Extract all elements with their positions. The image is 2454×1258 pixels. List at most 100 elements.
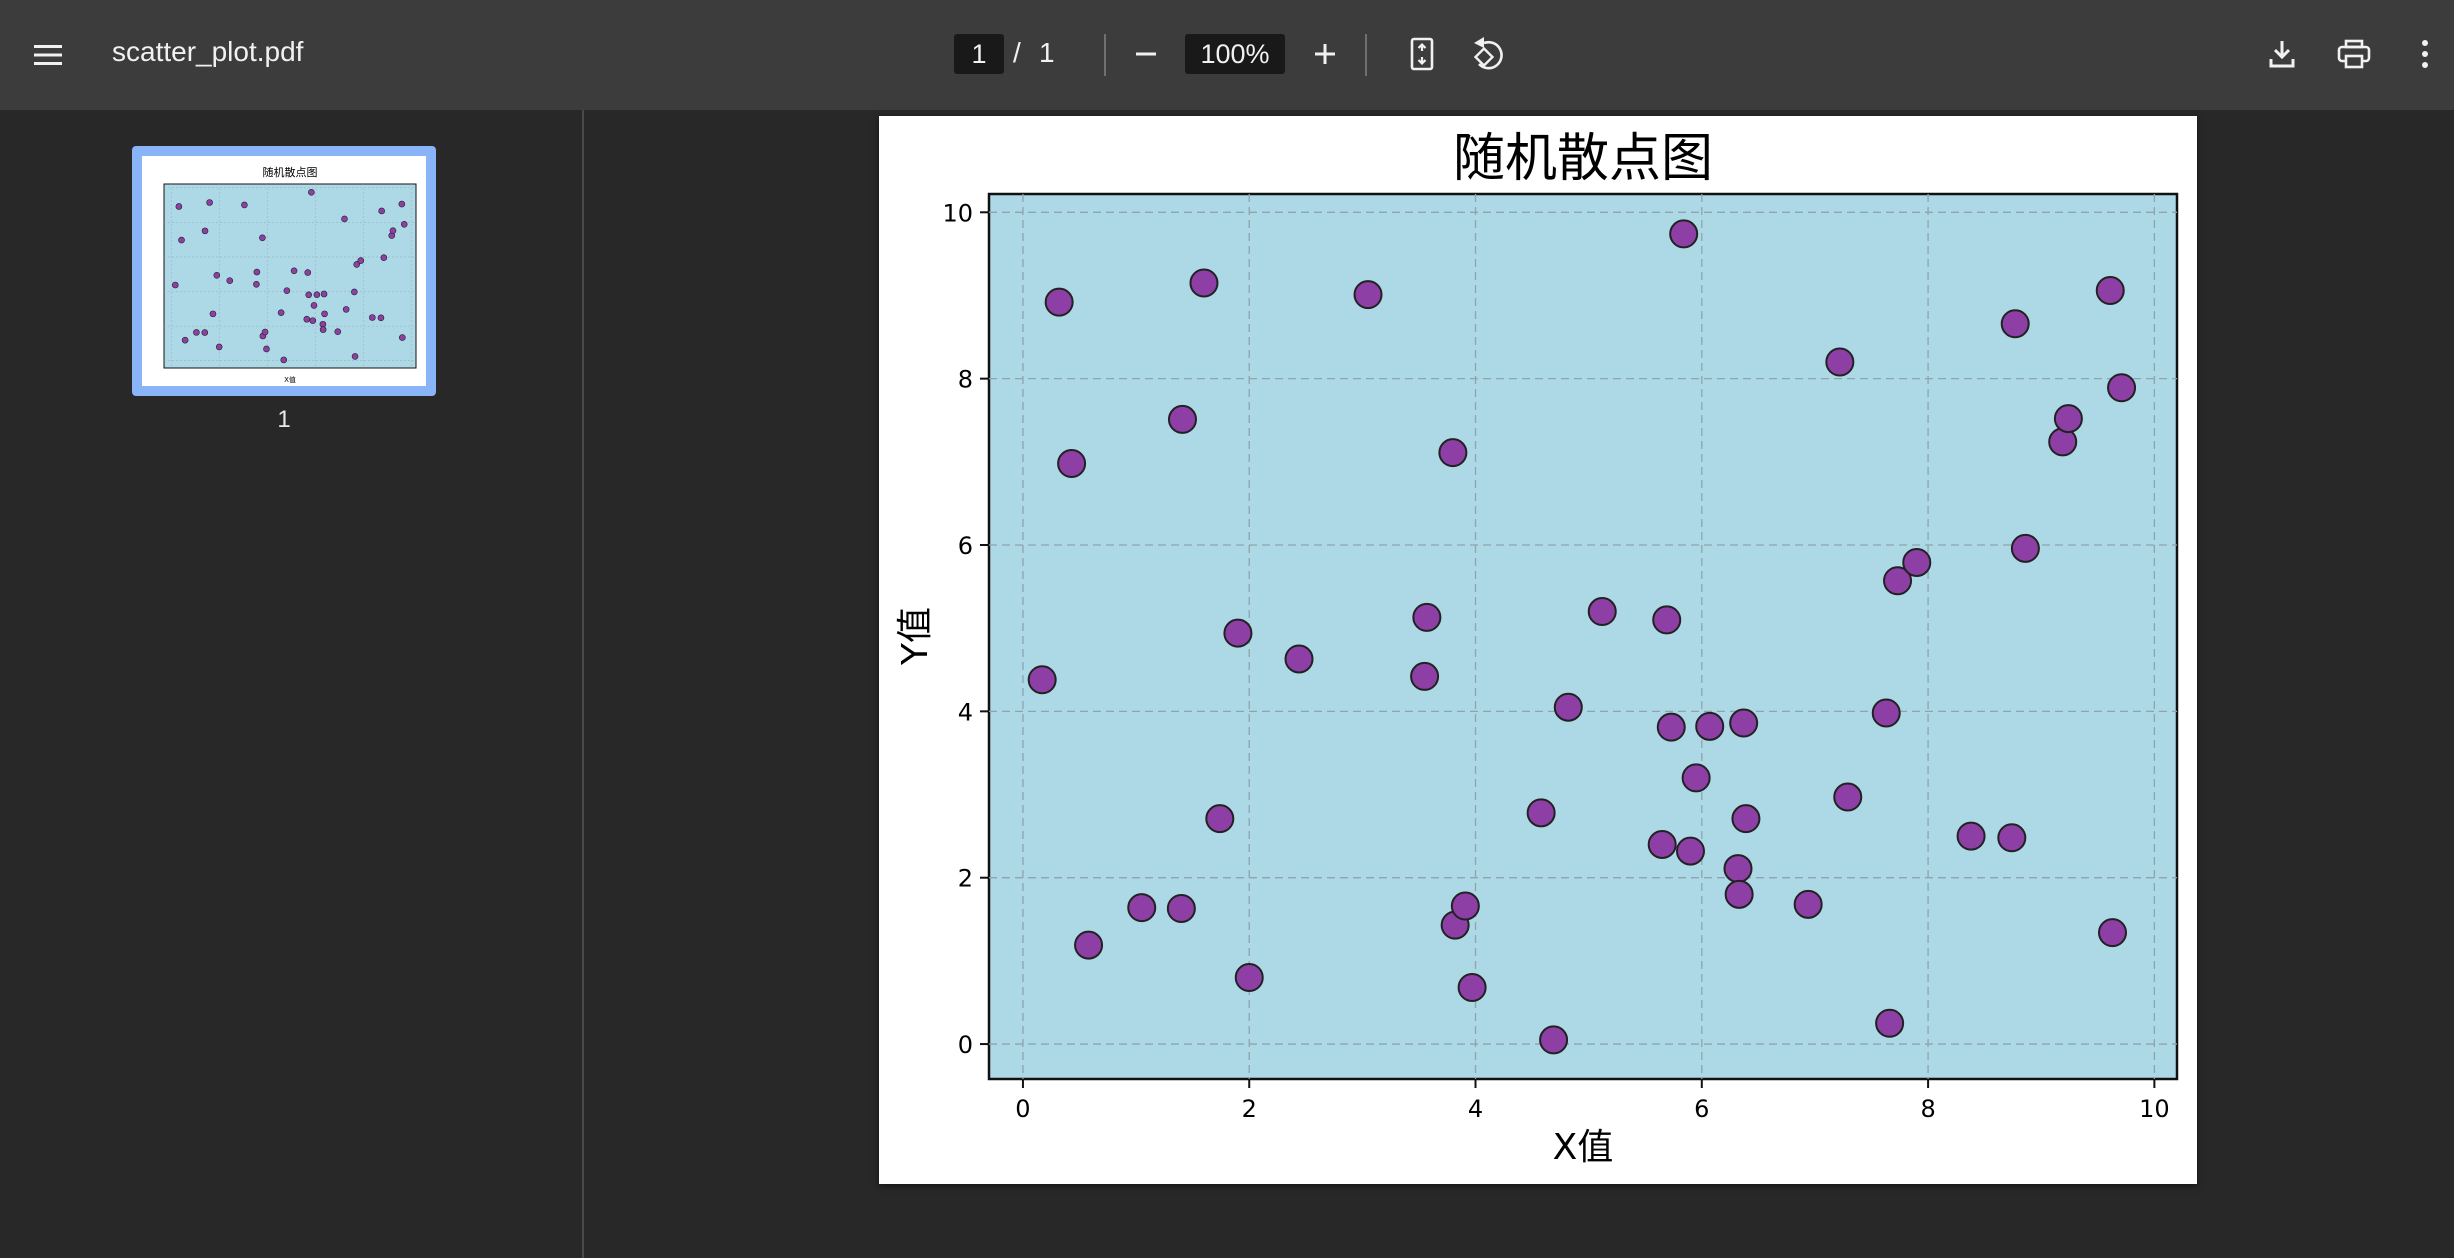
page-thumbnail-preview: 随机散点图 X值 bbox=[142, 156, 426, 386]
scatter-point bbox=[1681, 763, 1711, 793]
y-tick-label: 0 bbox=[958, 1031, 973, 1059]
thumbnail-point bbox=[259, 234, 266, 242]
scatter-point bbox=[1284, 644, 1314, 674]
scatter-point bbox=[1353, 280, 1383, 310]
scatter-point bbox=[1438, 438, 1468, 468]
scatter-point bbox=[1539, 1025, 1569, 1055]
scatter-point bbox=[1652, 605, 1682, 635]
scatter-point bbox=[1793, 889, 1823, 919]
download-icon bbox=[2269, 41, 2295, 68]
thumbnail-point bbox=[226, 277, 234, 284]
thumbnail-point bbox=[253, 281, 260, 288]
thumbnail-point bbox=[400, 220, 408, 228]
thumbnail-point bbox=[398, 200, 406, 208]
thumbnail-point bbox=[334, 328, 342, 335]
zoom-level-input[interactable]: 100% bbox=[1185, 34, 1285, 74]
chart-title: 随机散点图 bbox=[1453, 129, 1713, 189]
menu-button[interactable] bbox=[26, 37, 70, 73]
thumbnail-title: 随机散点图 bbox=[263, 165, 318, 179]
y-tick-label: 6 bbox=[958, 532, 973, 560]
scatter-point bbox=[1956, 821, 1986, 851]
zoom-in-button[interactable] bbox=[1305, 34, 1345, 74]
y-tick-label: 4 bbox=[958, 698, 973, 726]
document-title: scatter_plot.pdf bbox=[112, 36, 304, 67]
thumbnail-point bbox=[351, 288, 358, 296]
x-axis-label: X值 bbox=[1553, 1127, 1614, 1168]
x-tick-label: 2 bbox=[1242, 1095, 1257, 1123]
scatter-point bbox=[1410, 661, 1440, 691]
scatter-point bbox=[1057, 448, 1087, 478]
thumbnail-point bbox=[389, 227, 397, 234]
fit-page-icon bbox=[1410, 37, 1434, 71]
scatter-point bbox=[1027, 665, 1057, 695]
zoom-out-button[interactable] bbox=[1126, 34, 1166, 74]
scatter-point bbox=[2053, 404, 2083, 434]
scatter-point bbox=[1675, 836, 1705, 866]
rotate-button[interactable] bbox=[1466, 34, 1510, 74]
thumbnail-point bbox=[241, 201, 248, 209]
more-vertical-icon bbox=[2422, 40, 2428, 68]
scatter-point bbox=[1412, 602, 1442, 632]
scatter-point bbox=[1656, 712, 1686, 742]
scatter-point bbox=[1997, 823, 2027, 853]
pdf-toolbar: scatter_plot.pdf 1 / 1 100% bbox=[0, 0, 2454, 110]
thumbnail-point bbox=[310, 302, 318, 309]
fit-to-page-button[interactable] bbox=[1402, 34, 1442, 74]
scatter-chart: 0 2 4 6 8 10 0 2 4 6 8 10 随机散点图 X值 Y值 bbox=[895, 129, 2179, 1168]
more-options-button[interactable] bbox=[2410, 34, 2440, 74]
thumbnail-point bbox=[313, 291, 321, 298]
thumbnail-point bbox=[321, 310, 328, 318]
scatter-point bbox=[1450, 891, 1480, 921]
page-thumbnail[interactable]: 随机散点图 X值 bbox=[132, 146, 436, 396]
thumbnail-point bbox=[178, 236, 185, 244]
thumbnail-point bbox=[253, 268, 261, 276]
y-tick-label: 8 bbox=[958, 366, 973, 394]
thumbnail-point bbox=[303, 315, 311, 323]
thumbnail-point bbox=[308, 189, 315, 196]
thumbnail-point bbox=[377, 314, 385, 322]
thumbnail-point bbox=[305, 291, 313, 299]
scatter-point bbox=[1234, 963, 1264, 993]
thumbnail-point bbox=[181, 336, 189, 344]
scatter-point bbox=[1166, 893, 1196, 923]
minus-icon bbox=[1136, 52, 1156, 56]
thumbnail-plot-area bbox=[163, 183, 417, 369]
scatter-point bbox=[2098, 918, 2128, 948]
thumbnail-point bbox=[304, 269, 312, 276]
scatter-point bbox=[1526, 798, 1556, 828]
thumbnail-point bbox=[280, 356, 288, 364]
scatter-point bbox=[1729, 708, 1759, 738]
scatter-point bbox=[2000, 309, 2030, 339]
hamburger-menu-icon bbox=[34, 45, 62, 65]
thumbnail-point bbox=[320, 290, 328, 298]
thumbnail-page-number: 1 bbox=[277, 406, 291, 433]
toolbar-divider bbox=[1365, 34, 1367, 76]
scatter-point bbox=[2010, 533, 2040, 563]
x-tick-label: 6 bbox=[1694, 1095, 1709, 1123]
thumbnail-point bbox=[342, 306, 350, 313]
thumbnail-xlabel: X值 bbox=[284, 375, 296, 384]
scatter-point bbox=[1669, 219, 1699, 249]
x-tick-label: 0 bbox=[1015, 1095, 1030, 1123]
x-tick-label: 10 bbox=[2139, 1095, 2170, 1123]
plot-area bbox=[987, 192, 2179, 1081]
thumbnail-point bbox=[399, 334, 406, 341]
scatter-point bbox=[1189, 268, 1219, 298]
scatter-point bbox=[1223, 618, 1253, 648]
scatter-point bbox=[1647, 829, 1677, 859]
scatter-point bbox=[1074, 930, 1104, 960]
thumbnail-point bbox=[357, 257, 365, 264]
y-tick-label: 10 bbox=[942, 199, 973, 227]
scatter-point bbox=[1205, 804, 1235, 834]
thumbnail-point bbox=[201, 329, 209, 336]
thumbnail-point bbox=[215, 343, 223, 351]
scatter-point bbox=[1587, 597, 1617, 627]
download-button[interactable] bbox=[2262, 34, 2302, 74]
thumbnail-point bbox=[378, 207, 385, 215]
print-button[interactable] bbox=[2333, 34, 2375, 74]
thumbnail-point bbox=[171, 281, 179, 289]
page-number-input[interactable]: 1 bbox=[954, 34, 1004, 74]
scatter-point bbox=[2095, 275, 2125, 305]
scatter-point bbox=[1833, 782, 1863, 812]
pdf-page: 0 2 4 6 8 10 0 2 4 6 8 10 随机散点图 X值 Y值 bbox=[879, 116, 2197, 1184]
